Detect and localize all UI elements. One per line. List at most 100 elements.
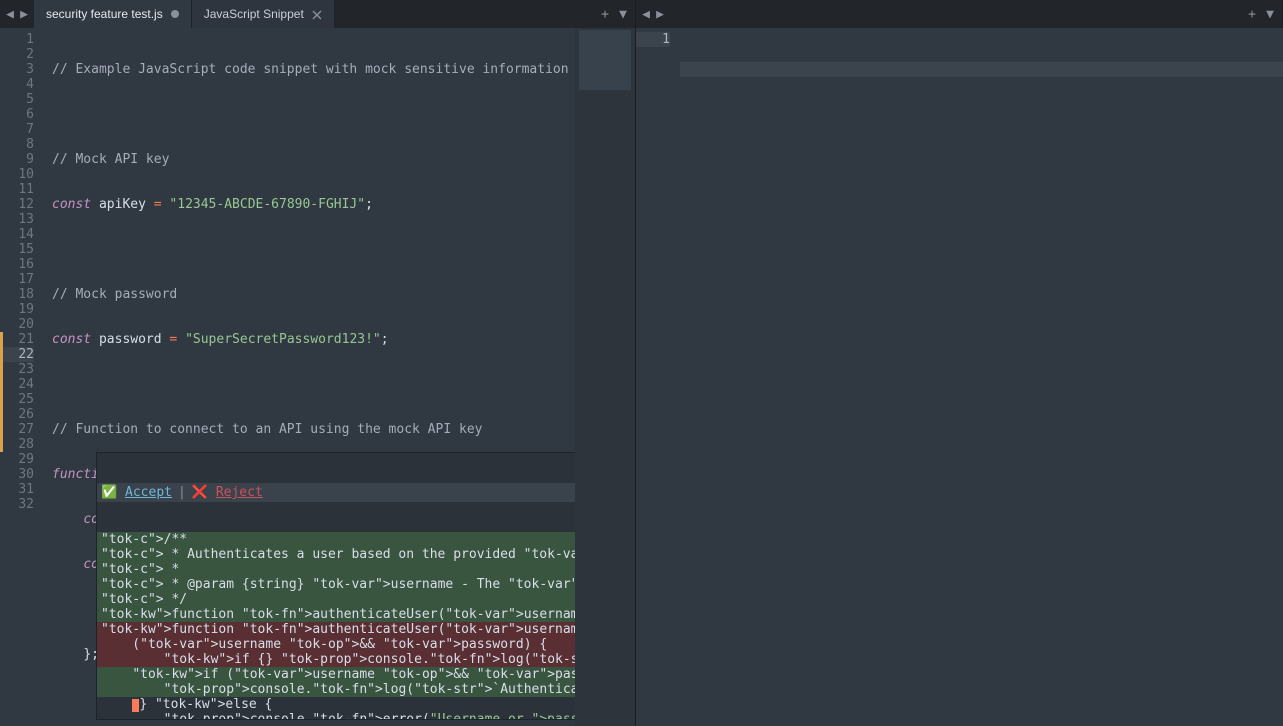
line-number: 7 <box>0 122 34 137</box>
tab-end-controls-right: + ▼ <box>1240 0 1282 28</box>
line-number: 12 <box>0 197 34 212</box>
code-text: // Mock password <box>52 287 177 302</box>
line-number: 15 <box>0 242 34 257</box>
line-number: 29 <box>0 452 34 467</box>
code-text: password <box>99 332 162 347</box>
line-number: 2 <box>0 47 34 62</box>
diff-line: "tok-prop">console."tok-fn">error("Usern… <box>97 712 575 720</box>
line-number: 28 <box>0 437 34 452</box>
minimap[interactable] <box>575 28 635 726</box>
line-number: 25 <box>0 392 34 407</box>
diff-line: ("tok-var">username "tok-op">&& "tok-var… <box>97 637 575 652</box>
diff-line: "tok-kw">function "tok-fn">authenticateU… <box>97 622 575 637</box>
code-text: "12345-ABCDE-67890-FGHIJ" <box>169 197 365 212</box>
new-tab-button[interactable]: + <box>1246 8 1258 20</box>
close-icon[interactable] <box>312 9 322 19</box>
code-text: ; <box>365 197 373 212</box>
line-number: 20 <box>0 317 34 332</box>
line-number: 27 <box>0 422 34 437</box>
reject-button[interactable]: ❌ Reject <box>192 485 263 500</box>
line-number: 11 <box>0 182 34 197</box>
separator: | <box>178 485 186 500</box>
tab-bars: ◀ ▶ security feature test.js JavaScript … <box>0 0 1283 28</box>
diff-line: "tok-c">/** <box>97 532 575 547</box>
line-number: 32 <box>0 497 34 512</box>
code-text: // Function to connect to an API using t… <box>52 422 482 437</box>
line-number: 10 <box>0 167 34 182</box>
tab-label: JavaScript Snippet <box>204 7 304 21</box>
left-tabbar: ◀ ▶ security feature test.js JavaScript … <box>0 0 636 28</box>
accept-button[interactable]: ✅ Accept <box>101 485 172 500</box>
code-text: // Mock API key <box>52 152 169 167</box>
code-editor[interactable] <box>680 28 1283 726</box>
line-number-gutter: 1234567891011121314151617181920212223242… <box>0 28 44 726</box>
line-number: 31 <box>0 482 34 497</box>
line-number: 8 <box>0 137 34 152</box>
line-number: 9 <box>0 152 34 167</box>
tab-dropdown-button[interactable]: ▼ <box>1264 8 1276 20</box>
line-number: 5 <box>0 92 34 107</box>
suggestion-actions: ✅ Accept | ❌ Reject <box>97 483 575 502</box>
diff-line: "tok-kw">function "tok-fn">authenticateU… <box>97 607 575 622</box>
code-editor[interactable]: // Example JavaScript code snippet with … <box>44 28 575 726</box>
line-number: 21 <box>0 332 34 347</box>
line-number: 22 <box>0 347 34 362</box>
diff-line: } "tok-kw">else { <box>97 697 575 712</box>
diff-line: "tok-kw">if {} "tok-prop">console."tok-f… <box>97 652 575 667</box>
line-number: 1 <box>636 32 670 47</box>
line-number: 3 <box>0 62 34 77</box>
diff-line: "tok-c"> * Authenticates a user based on… <box>97 547 575 562</box>
line-number: 18 <box>0 287 34 302</box>
tab-javascript-snippet[interactable]: JavaScript Snippet <box>192 0 335 28</box>
tab-end-controls-left: + ▼ <box>593 0 635 28</box>
accept-label: Accept <box>125 485 172 500</box>
left-editor-pane: 1234567891011121314151617181920212223242… <box>0 28 636 726</box>
code-text: "SuperSecretPassword123!" <box>185 332 381 347</box>
reject-label: Reject <box>216 485 263 500</box>
line-number-gutter: 1 <box>636 28 680 726</box>
dirty-indicator-icon <box>171 10 179 18</box>
code-text: // Example JavaScript code snippet with … <box>52 62 569 77</box>
line-number: 13 <box>0 212 34 227</box>
code-text: = <box>169 332 177 347</box>
code-text: = <box>154 197 162 212</box>
line-number: 4 <box>0 77 34 92</box>
code-suggestion-popup: ✅ Accept | ❌ Reject "tok-c">/**"tok-c"> … <box>96 452 575 720</box>
tab-prev-button[interactable]: ◀ <box>4 7 16 21</box>
line-number: 26 <box>0 407 34 422</box>
editor-panes: 1234567891011121314151617181920212223242… <box>0 28 1283 726</box>
line-number: 16 <box>0 257 34 272</box>
new-tab-button[interactable]: + <box>599 8 611 20</box>
tab-dropdown-button[interactable]: ▼ <box>617 8 629 20</box>
line-number: 24 <box>0 377 34 392</box>
tab-nav-left: ◀ ▶ <box>0 0 34 28</box>
tab-spacer <box>670 0 1240 28</box>
line-number: 23 <box>0 362 34 377</box>
line-number: 17 <box>0 272 34 287</box>
tab-nav-right: ◀ ▶ <box>636 0 670 28</box>
tab-prev-button[interactable]: ◀ <box>640 7 652 21</box>
line-number: 6 <box>0 107 34 122</box>
diff-line: "tok-c"> * @param {string} "tok-var">use… <box>97 577 575 592</box>
tab-spacer <box>335 0 593 28</box>
right-editor-pane: 1 <box>636 28 1283 726</box>
code-text: const <box>52 332 91 347</box>
cursor-icon <box>132 699 139 712</box>
diff-line: "tok-kw">if ("tok-var">username "tok-op"… <box>97 667 575 682</box>
line-number: 30 <box>0 467 34 482</box>
diff-line: "tok-c"> */ <box>97 592 575 607</box>
diff-line: "tok-prop">console."tok-fn">log("tok-str… <box>97 682 575 697</box>
line-number: 19 <box>0 302 34 317</box>
tab-next-button[interactable]: ▶ <box>18 7 30 21</box>
tab-next-button[interactable]: ▶ <box>654 7 666 21</box>
code-text: const <box>52 197 91 212</box>
line-number: 14 <box>0 227 34 242</box>
code-text: apiKey <box>99 197 146 212</box>
right-tabbar: ◀ ▶ + ▼ <box>636 0 1283 28</box>
suggestion-diff: "tok-c">/**"tok-c"> * Authenticates a us… <box>97 532 575 720</box>
tab-security-feature-test[interactable]: security feature test.js <box>34 0 192 28</box>
tab-label: security feature test.js <box>46 7 163 21</box>
diff-line: "tok-c"> * <box>97 562 575 577</box>
line-number: 1 <box>0 32 34 47</box>
code-text: ; <box>381 332 389 347</box>
